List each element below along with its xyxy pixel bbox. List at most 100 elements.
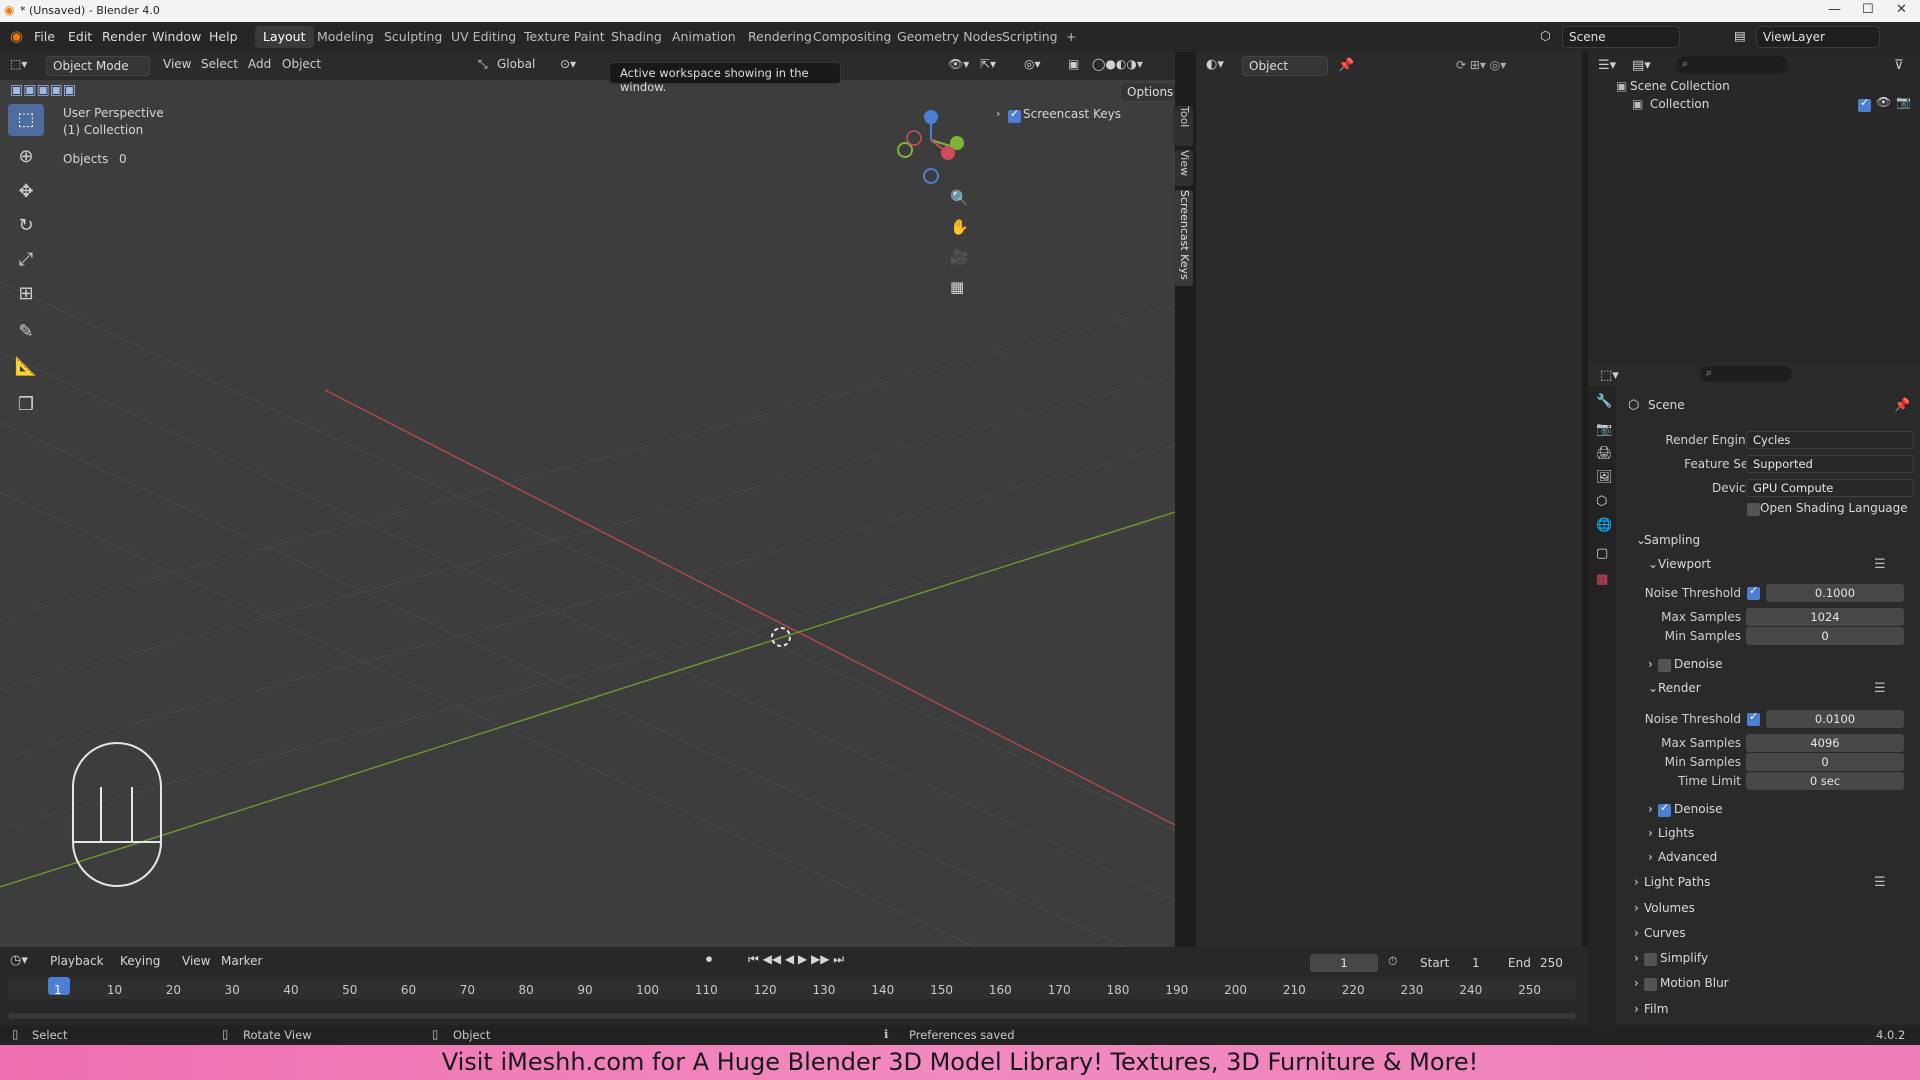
osl-checkbox[interactable] [1747,503,1760,516]
properties-type-icon[interactable]: ⬚▾ [1600,368,1619,383]
curves-panel[interactable]: Curves [1644,926,1686,940]
timeline-menu-playback[interactable]: Playback [50,954,104,968]
zoom-icon[interactable]: 🔍 [950,189,969,207]
select-box-tool-icon[interactable]: ⬚ [8,104,44,136]
tab-modeling[interactable]: Modeling [309,26,382,48]
curves-chevron-icon[interactable]: › [1634,926,1639,940]
r-noise-threshold-checkbox[interactable] [1747,710,1760,726]
object-dropdown[interactable]: Object [1242,56,1328,76]
r-denoise-chevron-icon[interactable]: › [1648,802,1653,816]
menu-file[interactable]: File [34,29,55,44]
camera-icon[interactable]: 📷 [1896,95,1911,109]
display-mode-icon[interactable]: ▤▾ [1632,58,1651,73]
gizmo-toggle-icon[interactable]: ⇱▾ [980,57,996,71]
texture-tab-icon[interactable]: ▩ [1596,572,1608,587]
add-cube-tool-icon[interactable]: ❐ [8,389,44,421]
viewport-menu-add[interactable]: Add [248,57,271,71]
vp-denoise-chevron-icon[interactable]: › [1648,657,1653,671]
transform-tool-icon[interactable]: ⊞ [8,278,44,310]
advanced-panel[interactable]: Advanced [1658,850,1717,864]
timeline-menu-keying[interactable]: Keying [120,954,160,968]
motion-blur-checkbox[interactable] [1644,978,1657,991]
rotate-tool-icon[interactable]: ↻ [8,210,44,242]
simplify-panel[interactable]: Simplify [1660,951,1708,965]
current-frame-field[interactable]: 1 [1310,954,1378,972]
tab-scripting[interactable]: Scripting [994,26,1066,48]
feature-set-dropdown[interactable]: Supported [1746,455,1914,473]
vp-max-samples-field[interactable]: 1024 [1746,608,1904,626]
tab-shading[interactable]: Shading [603,26,670,48]
tab-animation[interactable]: Animation [664,26,744,48]
viewlayer-selector[interactable]: ViewLayer [1756,26,1880,48]
outliner-search-input[interactable]: ⌕ [1676,56,1788,74]
r-max-samples-field[interactable]: 4096 [1746,734,1904,752]
simplify-checkbox[interactable] [1644,953,1657,966]
scale-tool-icon[interactable]: ⤢ [8,244,44,276]
vp-noise-threshold-checkbox[interactable] [1747,584,1760,600]
menu-render[interactable]: Render [102,29,147,44]
film-chevron-icon[interactable]: › [1634,1002,1639,1016]
scene-collection-label[interactable]: Scene Collection [1630,79,1730,93]
props-pin-icon[interactable]: 📌 [1894,398,1910,413]
tab-sculpting[interactable]: Sculpting [376,26,450,48]
add-workspace-button[interactable]: + [1058,26,1084,48]
film-panel[interactable]: Film [1644,1002,1668,1016]
viewport-chevron-icon[interactable]: ⌄ [1648,557,1658,571]
mode-dropdown[interactable]: Object Mode [46,56,150,76]
tab-compositing[interactable]: Compositing [805,26,899,48]
editor-type-icon[interactable]: ⬚▾ [10,57,27,71]
scene-selector[interactable]: Scene [1562,26,1680,48]
vp-min-samples-field[interactable]: 0 [1746,627,1904,645]
motion-blur-panel[interactable]: Motion Blur [1660,976,1729,990]
lights-panel[interactable]: Lights [1658,826,1694,840]
midpanel-header-icons[interactable]: ⟳ ⊞▾ ◎▾ [1456,58,1506,72]
render-engine-dropdown[interactable]: Cycles [1746,431,1914,449]
start-frame-field[interactable]: 1 [1472,956,1480,970]
viewport-menu-select[interactable]: Select [201,57,238,71]
viewport-subpanel[interactable]: Viewport [1658,557,1711,571]
properties-search-input[interactable]: ⌕ [1700,366,1792,382]
menu-edit[interactable]: Edit [68,29,92,44]
move-tool-icon[interactable]: ✥ [8,176,44,208]
tab-uv-editing[interactable]: UV Editing [443,26,524,48]
blender-menu-icon[interactable]: ◉ [10,27,23,45]
pan-hand-icon[interactable]: ✋ [950,218,969,236]
side-tab-view[interactable]: View [1175,150,1193,186]
menu-window[interactable]: Window [152,29,201,44]
volumes-panel[interactable]: Volumes [1644,901,1695,915]
r-noise-threshold-field[interactable]: 0.0100 [1766,710,1904,728]
pivot-icon[interactable]: ⊙▾ [560,57,576,71]
editor-type-icon-2[interactable]: ◐▾ [1206,57,1224,72]
vp-denoise-panel[interactable]: Denoise [1674,657,1723,671]
annotate-tool-icon[interactable]: ✎ [8,316,44,348]
r-denoise-checkbox[interactable] [1658,801,1671,817]
collection-tab-icon[interactable]: ▢ [1596,546,1608,561]
viewport-menu-object[interactable]: Object [282,57,321,71]
vp-noise-threshold-field[interactable]: 0.1000 [1766,584,1904,602]
sampling-panel[interactable]: Sampling [1644,533,1700,547]
timeline-menu-marker[interactable]: Marker [221,954,262,968]
screencast-expand-icon[interactable]: › [996,107,1000,120]
menu-help[interactable]: Help [209,29,238,44]
minimize-button[interactable]: — [1828,2,1841,17]
maximize-button[interactable]: ☐ [1862,2,1874,17]
close-window-button[interactable]: ✕ [1896,2,1907,17]
tab-geometry-nodes[interactable]: Geometry Nodes [889,26,1010,48]
options-dropdown[interactable]: Options [1120,82,1175,102]
viewport-presets-icon[interactable]: ☰ [1874,557,1886,572]
cursor-tool-icon[interactable]: ⊕ [8,141,44,173]
motion-blur-chevron-icon[interactable]: › [1634,976,1639,990]
visibility-icon[interactable]: 👁▾ [948,57,969,71]
tab-layout[interactable]: Layout [255,26,314,48]
timeline-scrollbar[interactable] [8,1013,1576,1019]
outliner-filter-icon[interactable]: ⊽ [1894,58,1904,73]
stopwatch-icon[interactable]: ⏱ [1388,954,1397,969]
playback-controls-icons[interactable]: ⏮ ◀◀ ◀ ▶ ▶▶ ⏭ [748,952,844,967]
simplify-chevron-icon[interactable]: › [1634,951,1639,965]
tab-texture-paint[interactable]: Texture Paint [516,26,613,48]
xray-icon[interactable]: ▣ [1068,57,1079,71]
side-tab-screencast-keys[interactable]: Screencast Keys [1175,190,1193,286]
light-paths-panel[interactable]: Light Paths [1644,875,1710,889]
advanced-chevron-icon[interactable]: › [1648,850,1653,864]
volumes-chevron-icon[interactable]: › [1634,901,1639,915]
